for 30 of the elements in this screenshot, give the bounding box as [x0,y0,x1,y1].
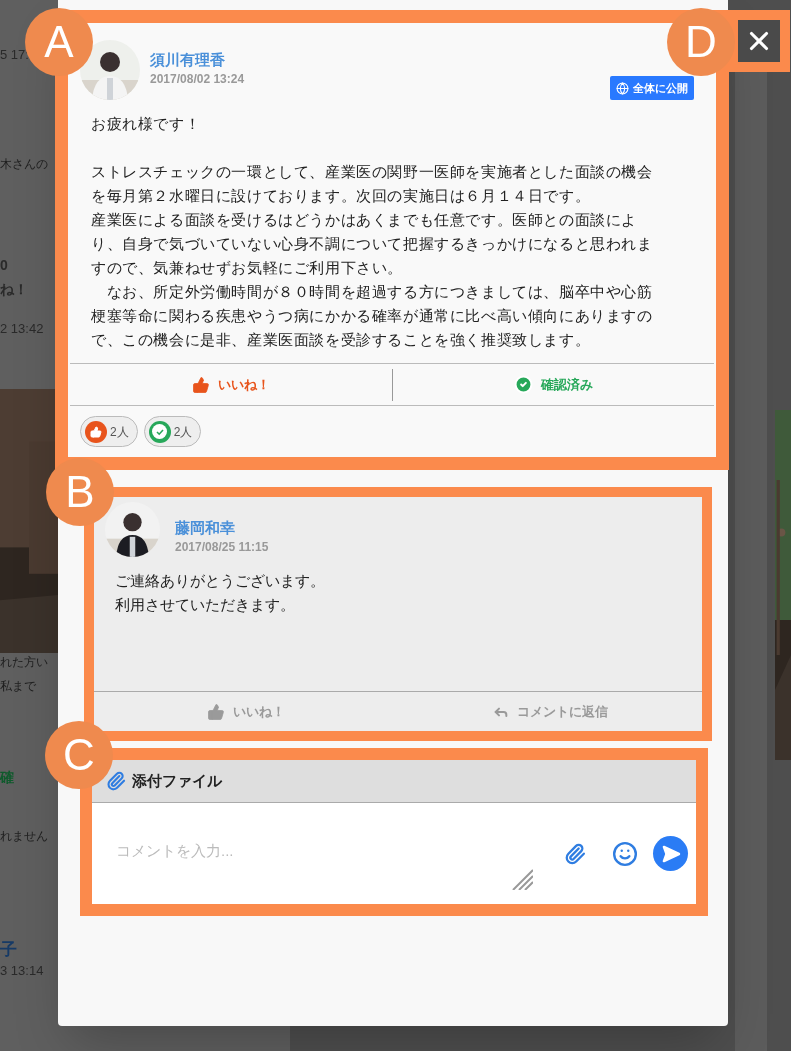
reply-button[interactable]: コメントに返信 [492,701,608,722]
send-button[interactable] [653,836,688,871]
author-name[interactable]: 須川有理香 [150,50,245,70]
like-button[interactable]: いいね！ [207,701,285,722]
timestamp: 2017/08/02 13:24 [150,71,245,88]
close-button[interactable] [728,10,790,72]
comment-input[interactable]: コメントを入力... [116,840,536,863]
text-fragment: れません [0,828,48,845]
thumbs-up-icon [207,702,225,721]
post-paragraph: ストレスチェックの一環として、産業医の関野一医師を実施者とした面談の機会を毎月第２水曜日に設けております。次回の実施日は６月１４日です。 [91,162,654,206]
attachment-bar[interactable]: 添付ファイル [92,760,696,803]
paperclip-icon [564,842,586,865]
post-greeting: お疲れ様です！ [91,114,202,134]
text-fragment: れた方い [0,654,48,671]
attachment-label: 添付ファイル [132,770,222,791]
send-icon [660,843,681,864]
post-paragraph: 産業医による面談を受けるはどうかはあくまでも任意です。医師との面談により、自身で気づいていない心身不調について把握するきっかけになると思われますので、気兼ねせずお気軽にご利用下さい。 [91,210,654,278]
text-fragment: 子 [0,939,17,961]
confirm-button[interactable]: 確認済み [513,374,593,395]
thumbs-up-icon [191,375,210,394]
globe-icon [616,81,629,95]
smiley-icon [612,840,638,867]
check-circle-icon [513,375,533,394]
text-fragment: 私まで [0,678,36,695]
resize-grip-icon [511,867,533,890]
paperclip-icon [106,771,126,791]
like-button[interactable]: いいね！ [191,374,270,395]
visibility-badge: 全体に公開 [610,76,694,100]
post-paragraph: なお、所定外労働時間が８０時間を超過する方につきましては、脳卒中や心筋梗塞等命に関わる疾患やうつ病にかかる確率が通常に比べ高い傾向にありますので、この機会に是非、産業医面談を受診することを強く推奨致します。 [91,282,654,350]
text-fragment: 確 [0,768,14,787]
